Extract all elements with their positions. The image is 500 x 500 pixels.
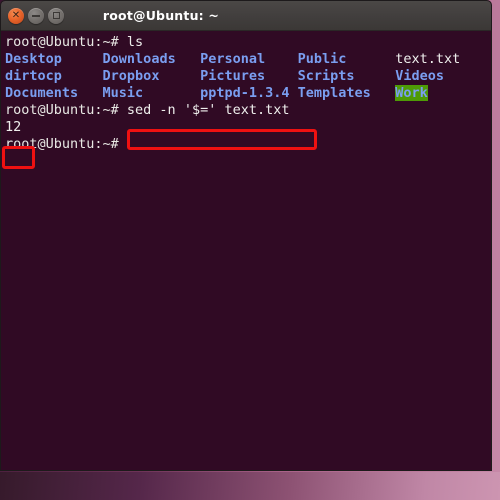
listing-item-personal: Personal bbox=[200, 51, 266, 67]
terminal-line-prompt-final: root@Ubuntu:~# bbox=[5, 136, 491, 153]
maximize-glyph bbox=[48, 8, 64, 24]
close-icon[interactable]: ✕ bbox=[8, 7, 24, 24]
window-title: root@Ubuntu: ~ bbox=[102, 8, 220, 23]
listing-item-pptpd: pptpd-1.3.4 bbox=[200, 85, 290, 101]
close-glyph: ✕ bbox=[11, 9, 21, 21]
listing-item-desktop: Desktop bbox=[5, 51, 62, 67]
minimize-icon[interactable] bbox=[28, 7, 44, 24]
shell-prompt: root@Ubuntu:~# bbox=[5, 34, 127, 50]
shell-prompt: root@Ubuntu:~# bbox=[5, 136, 127, 152]
maximize-icon[interactable] bbox=[48, 7, 64, 24]
listing-item-dropbox: Dropbox bbox=[102, 68, 160, 84]
listing-item-downloads: Downloads bbox=[102, 51, 176, 67]
terminal-line-listing-2: dirtocp Dropbox Pictures Scripts Videos bbox=[5, 68, 491, 85]
terminal-line-listing-1: Desktop Downloads Personal Public text.t… bbox=[5, 51, 491, 68]
terminal-line-command-sed: root@Ubuntu:~# sed -n '$=' text.txt bbox=[5, 102, 491, 119]
terminal-line-command-ls: root@Ubuntu:~# ls bbox=[5, 34, 491, 51]
listing-item-pictures: Pictures bbox=[200, 68, 266, 84]
listing-item-templates: Templates bbox=[297, 85, 371, 101]
listing-item-scripts: Scripts bbox=[297, 68, 355, 84]
command-sed: sed -n '$=' text.txt bbox=[126, 102, 290, 118]
window-controls: ✕ bbox=[8, 7, 64, 24]
window-titlebar[interactable]: ✕ root@Ubuntu: ~ bbox=[1, 1, 491, 31]
listing-item-public: Public bbox=[297, 51, 347, 67]
desktop-background-lower bbox=[0, 472, 500, 500]
command-ls: ls bbox=[126, 34, 144, 50]
listing-item-dirtocp: dirtocp bbox=[5, 68, 62, 84]
command-output-line-count: 12 bbox=[5, 119, 22, 135]
terminal-line-listing-3: Documents Music pptpd-1.3.4 Templates Wo… bbox=[5, 85, 491, 102]
terminal-line-output: 12 bbox=[5, 119, 491, 136]
shell-prompt: root@Ubuntu:~# bbox=[5, 102, 127, 118]
listing-item-work: Work bbox=[395, 85, 428, 101]
minimize-glyph bbox=[28, 8, 44, 24]
listing-item-music: Music bbox=[102, 85, 144, 101]
listing-item-text-txt: text.txt bbox=[395, 51, 461, 67]
listing-item-documents: Documents bbox=[5, 85, 79, 101]
listing-item-videos: Videos bbox=[395, 68, 444, 84]
terminal-window: ✕ root@Ubuntu: ~ root@Ubuntu:~# ls Deskt… bbox=[0, 0, 492, 471]
terminal-screen[interactable]: root@Ubuntu:~# ls Desktop Downloads Pers… bbox=[1, 31, 491, 470]
